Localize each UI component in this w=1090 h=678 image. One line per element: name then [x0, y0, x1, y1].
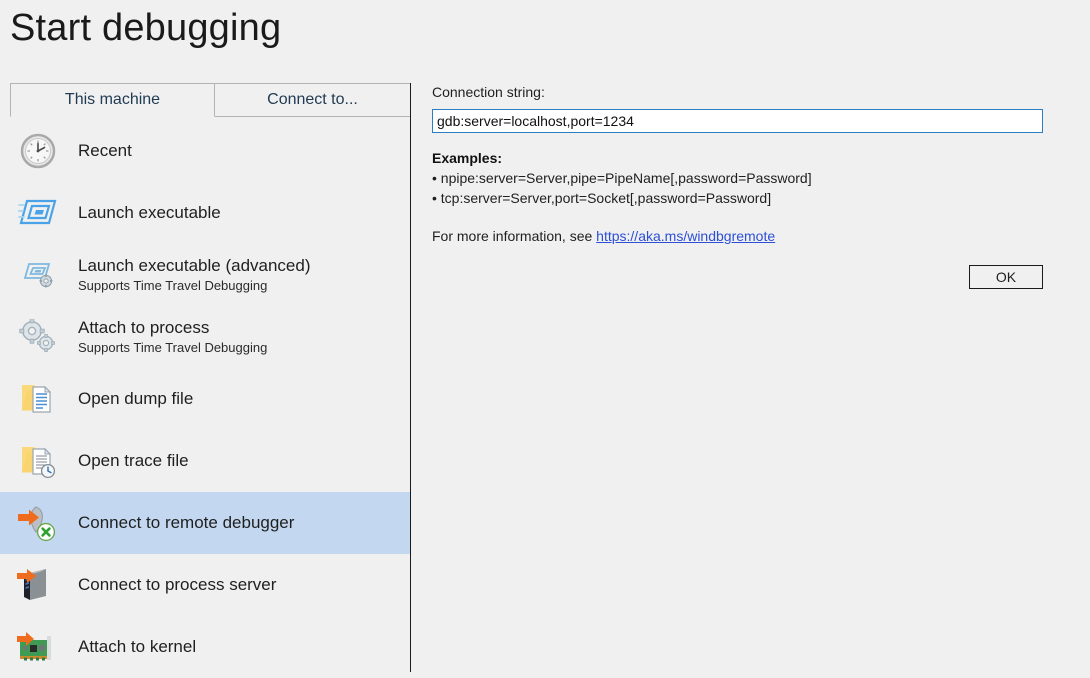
windbg-remote-link[interactable]: https://aka.ms/windbgremote: [596, 228, 775, 244]
list-item-connect-to-remote-debugger-text: Connect to remote debugger: [78, 512, 294, 533]
list-item-attach-to-process-text: Attach to process Supports Time Travel D…: [78, 317, 267, 356]
examples-heading: Examples:: [432, 150, 1062, 166]
executable-advanced-icon: [14, 251, 62, 299]
list-item-open-trace-file-text: Open trace file: [78, 450, 189, 471]
clock-icon: [14, 127, 62, 175]
list-item-open-trace-file-label: Open trace file: [78, 450, 189, 471]
example-line-npipe: • npipe:server=Server,pipe=PipeName[,pas…: [432, 170, 1062, 186]
tab-this-machine[interactable]: This machine: [10, 83, 215, 117]
list-item-recent[interactable]: Recent: [0, 120, 410, 182]
list-item-launch-executable[interactable]: Launch executable: [0, 182, 410, 244]
list-item-launch-executable-advanced-label: Launch executable (advanced): [78, 255, 311, 276]
list-item-attach-to-kernel-label: Attach to kernel: [78, 636, 196, 657]
list-item-open-dump-file[interactable]: Open dump file: [0, 368, 410, 430]
list-item-launch-executable-advanced-sublabel: Supports Time Travel Debugging: [78, 278, 311, 295]
list-item-connect-to-process-server[interactable]: Connect to process server: [0, 554, 410, 616]
connection-panel: Connection string: Examples: • npipe:ser…: [432, 84, 1062, 289]
list-item-open-dump-file-label: Open dump file: [78, 388, 193, 409]
list-item-connect-to-remote-debugger-label: Connect to remote debugger: [78, 512, 294, 533]
button-row: OK: [432, 265, 1043, 289]
list-item-attach-to-process-label: Attach to process: [78, 317, 267, 338]
debug-target-list: Recent Launch executable: [0, 120, 410, 672]
list-item-attach-to-process-sublabel: Supports Time Travel Debugging: [78, 340, 267, 357]
remote-debugger-icon: [14, 499, 62, 547]
executable-icon: [14, 189, 62, 237]
tab-connect-to[interactable]: Connect to...: [215, 83, 411, 117]
folder-dump-icon: [14, 375, 62, 423]
list-item-attach-to-process[interactable]: Attach to process Supports Time Travel D…: [0, 306, 410, 368]
list-item-open-trace-file[interactable]: Open trace file: [0, 430, 410, 492]
list-item-recent-label: Recent: [78, 140, 132, 161]
more-information-text: For more information, see https://aka.ms…: [432, 228, 1062, 244]
tab-connect-to-label: Connect to...: [267, 91, 358, 109]
example-line-tcp: • tcp:server=Server,port=Socket[,passwor…: [432, 190, 1062, 206]
more-information-prefix: For more information, see: [432, 228, 596, 244]
tabstrip: This machine Connect to...: [10, 83, 411, 117]
connection-string-label: Connection string:: [432, 84, 1062, 100]
folder-trace-icon: [14, 437, 62, 485]
list-item-launch-executable-advanced[interactable]: Launch executable (advanced) Supports Ti…: [0, 244, 410, 306]
list-item-connect-to-process-server-text: Connect to process server: [78, 574, 276, 595]
kernel-card-icon: [14, 623, 62, 671]
list-item-launch-executable-advanced-text: Launch executable (advanced) Supports Ti…: [78, 255, 311, 294]
list-item-connect-to-remote-debugger[interactable]: Connect to remote debugger: [0, 492, 410, 554]
vertical-divider: [410, 83, 411, 672]
list-item-connect-to-process-server-label: Connect to process server: [78, 574, 276, 595]
list-item-launch-executable-label: Launch executable: [78, 202, 221, 223]
gears-icon: [14, 313, 62, 361]
list-item-open-dump-file-text: Open dump file: [78, 388, 193, 409]
page-title: Start debugging: [10, 6, 281, 52]
list-item-attach-to-kernel[interactable]: Attach to kernel: [0, 616, 410, 678]
list-item-recent-text: Recent: [78, 140, 132, 161]
server-icon: [14, 561, 62, 609]
list-item-attach-to-kernel-text: Attach to kernel: [78, 636, 196, 657]
list-item-launch-executable-text: Launch executable: [78, 202, 221, 223]
ok-button[interactable]: OK: [969, 265, 1043, 289]
tab-this-machine-label: This machine: [65, 91, 160, 109]
connection-string-input[interactable]: [432, 109, 1043, 133]
